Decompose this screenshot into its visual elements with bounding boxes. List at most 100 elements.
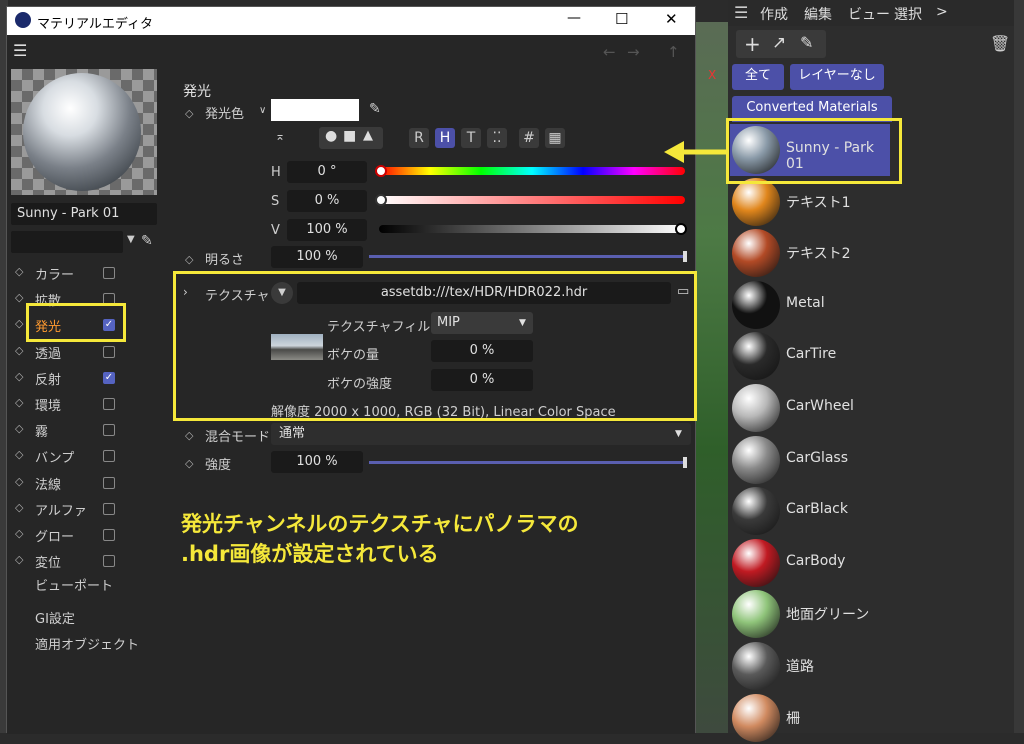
channel-item[interactable]: ◇ カラー	[7, 261, 157, 285]
menu-select[interactable]: 選択	[894, 4, 922, 24]
material-item[interactable]: 柵	[730, 692, 1012, 744]
hamburger-icon[interactable]: ☰	[13, 41, 27, 60]
h-field[interactable]: 0 °	[287, 161, 367, 183]
eyedropper-icon[interactable]: ✎	[800, 33, 813, 52]
channel-checkbox[interactable]	[103, 502, 115, 515]
collapse-icon[interactable]: ⌅	[275, 129, 285, 143]
channel-item[interactable]: ◇ グロー	[7, 523, 157, 547]
texture-menu-button[interactable]: ▼	[271, 282, 293, 304]
filter-select[interactable]: MIP ▼	[431, 312, 533, 334]
strength-field[interactable]: 100 %	[271, 451, 363, 473]
menu-icon[interactable]: ☰	[734, 3, 748, 22]
keyframe-diamond-icon[interactable]: ◇	[15, 448, 23, 461]
material-thumbnail[interactable]	[732, 177, 780, 226]
circle-icon[interactable]: ●	[325, 128, 337, 144]
material-name-field[interactable]: Sunny - Park 01	[11, 203, 157, 225]
blur-amount-field[interactable]: 0 %	[431, 340, 533, 362]
keyframe-diamond-icon[interactable]: ◇	[15, 475, 23, 488]
keyframe-diamond-icon[interactable]: ◇	[15, 501, 23, 514]
square-icon[interactable]: ■	[343, 128, 356, 144]
mode-mixer-icon[interactable]: ⁚⁚	[487, 128, 507, 148]
keyframe-diamond-icon[interactable]: ◇	[15, 317, 23, 330]
forward-arrow-icon[interactable]: →	[627, 43, 640, 61]
material-thumbnail[interactable]	[732, 229, 780, 278]
channel-checkbox[interactable]	[103, 555, 115, 568]
keyframe-diamond-icon[interactable]: ◇	[185, 429, 193, 442]
hue-slider-handle[interactable]	[375, 165, 387, 177]
v-field[interactable]: 100 %	[287, 219, 367, 241]
texture-thumbnail[interactable]	[271, 334, 323, 360]
trash-icon[interactable]: 🗑	[990, 34, 1010, 53]
material-item[interactable]: CarBlack	[730, 485, 1012, 537]
material-item[interactable]: CarBody	[730, 537, 1012, 589]
material-item[interactable]: CarGlass	[730, 434, 1012, 486]
channel-checkbox[interactable]	[103, 424, 115, 437]
up-arrow-icon[interactable]: ↑	[667, 43, 680, 61]
material-layer-field[interactable]	[11, 231, 123, 253]
keyframe-diamond-icon[interactable]: ◇	[185, 457, 193, 470]
keyframe-diamond-icon[interactable]: ◇	[15, 344, 23, 357]
channel-checkbox[interactable]: ✓	[103, 371, 115, 384]
chevron-down-icon[interactable]: ▼	[127, 234, 135, 245]
brightness-field[interactable]: 100 %	[271, 246, 363, 268]
material-thumbnail[interactable]	[732, 435, 780, 484]
channel-checkbox[interactable]	[103, 529, 115, 541]
filter-no-layer-button[interactable]: レイヤーなし	[790, 64, 884, 90]
material-item[interactable]: CarWheel	[730, 382, 1012, 434]
folder-icon[interactable]: ▭	[677, 284, 689, 299]
maximize-button[interactable]: ☐	[615, 10, 628, 28]
keyframe-diamond-icon[interactable]: ◇	[15, 265, 23, 278]
channel-checkbox[interactable]	[103, 398, 115, 410]
material-thumbnail[interactable]	[732, 642, 780, 690]
material-preview[interactable]	[11, 69, 157, 195]
menu-view[interactable]: ビュー	[848, 4, 890, 24]
texture-path-field[interactable]: assetdb:///tex/HDR/HDR022.hdr	[297, 282, 671, 304]
menu-edit[interactable]: 編集	[804, 4, 832, 24]
material-item[interactable]: 地面グリーン	[730, 588, 1012, 640]
channel-item[interactable]: ◇ 変位	[7, 549, 157, 573]
strength-slider-handle[interactable]	[683, 457, 687, 468]
channel-item[interactable]: ◇ 環境	[7, 392, 157, 416]
eyedropper-icon[interactable]: ✎	[369, 101, 381, 117]
s-field[interactable]: 0 %	[287, 190, 367, 212]
keyframe-diamond-icon[interactable]: ◇	[15, 396, 23, 409]
channel-item[interactable]: ◇ バンプ	[7, 444, 157, 468]
value-slider[interactable]	[379, 223, 687, 235]
material-item[interactable]: 道路	[730, 640, 1012, 692]
gi-settings-item[interactable]: GI設定	[35, 608, 75, 627]
blend-mode-select[interactable]: 通常 ▼	[271, 423, 691, 445]
arrow-icon[interactable]: ↗	[772, 33, 786, 53]
channel-checkbox[interactable]	[103, 267, 115, 279]
channel-item[interactable]: ◇ 透過	[7, 340, 157, 364]
keyframe-diamond-icon[interactable]: ◇	[15, 291, 23, 304]
channel-item[interactable]: ◇ アルファ	[7, 497, 157, 521]
mode-palette-icon[interactable]: ▦	[545, 128, 565, 148]
eyedropper-icon[interactable]: ✎	[141, 233, 153, 249]
channel-item[interactable]: ◇ 反射 ✓	[7, 366, 157, 390]
add-icon[interactable]: +	[744, 32, 761, 56]
mode-temperature-button[interactable]: T	[461, 128, 481, 148]
color-swatch[interactable]	[271, 99, 359, 121]
channel-checkbox[interactable]	[103, 450, 115, 463]
keyframe-diamond-icon[interactable]: ◇	[15, 422, 23, 435]
material-thumbnail[interactable]	[732, 487, 780, 536]
material-thumbnail[interactable]	[732, 693, 780, 742]
filter-all-button[interactable]: 全て	[732, 64, 784, 90]
saturation-slider-handle[interactable]	[375, 194, 387, 206]
keyframe-diamond-icon[interactable]: ◇	[15, 370, 23, 383]
mode-hsv-button[interactable]: H	[435, 128, 455, 148]
keyframe-diamond-icon[interactable]: ◇	[185, 253, 193, 266]
strength-slider[interactable]	[369, 457, 687, 468]
keyframe-diamond-icon[interactable]: ◇	[15, 527, 23, 540]
material-thumbnail[interactable]	[732, 332, 780, 381]
assigned-objects-item[interactable]: 適用オブジェクト	[35, 634, 139, 653]
channel-item[interactable]: ◇ 霧	[7, 418, 157, 442]
menu-more[interactable]: >	[936, 4, 948, 20]
scrollbar[interactable]	[1014, 0, 1024, 733]
material-thumbnail[interactable]	[732, 280, 780, 329]
channel-checkbox[interactable]	[103, 345, 115, 358]
expand-icon[interactable]: ›	[183, 285, 188, 299]
keyframe-diamond-icon[interactable]: ◇	[185, 107, 193, 120]
keyframe-diamond-icon[interactable]: ◇	[15, 553, 23, 566]
viewport-item[interactable]: ビューポート	[35, 575, 113, 594]
